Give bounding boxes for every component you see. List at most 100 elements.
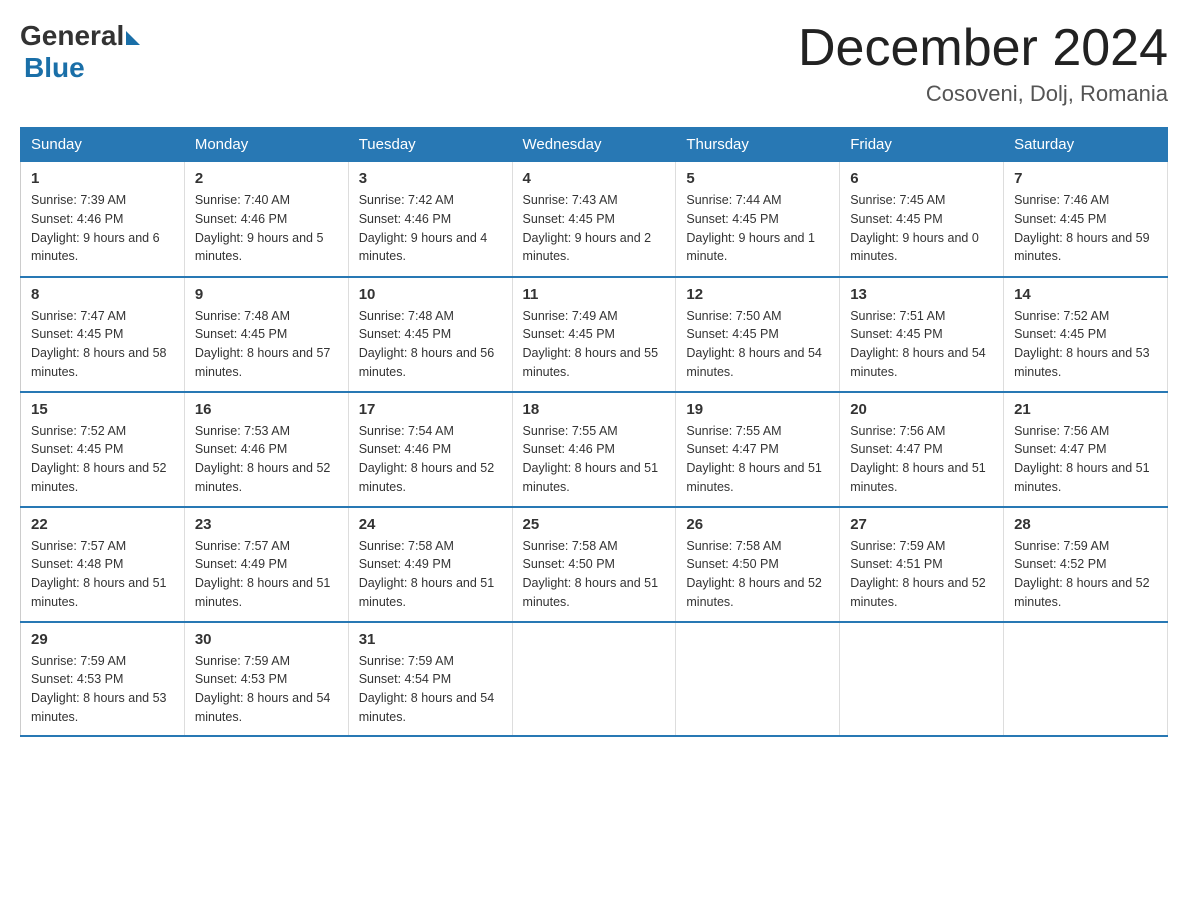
day-number: 10: [359, 286, 502, 303]
day-info: Sunrise: 7:49 AMSunset: 4:45 PMDaylight:…: [523, 307, 666, 382]
day-info: Sunrise: 7:57 AMSunset: 4:49 PMDaylight:…: [195, 537, 338, 612]
column-header-sunday: Sunday: [21, 128, 185, 162]
calendar-cell: 18 Sunrise: 7:55 AMSunset: 4:46 PMDaylig…: [512, 392, 676, 507]
day-info: Sunrise: 7:52 AMSunset: 4:45 PMDaylight:…: [31, 422, 174, 497]
day-number: 4: [523, 170, 666, 187]
day-number: 25: [523, 516, 666, 533]
calendar-cell: 9 Sunrise: 7:48 AMSunset: 4:45 PMDayligh…: [184, 277, 348, 392]
day-info: Sunrise: 7:54 AMSunset: 4:46 PMDaylight:…: [359, 422, 502, 497]
calendar-cell: 4 Sunrise: 7:43 AMSunset: 4:45 PMDayligh…: [512, 162, 676, 277]
logo: General Blue: [20, 20, 140, 84]
day-number: 13: [850, 286, 993, 303]
day-info: Sunrise: 7:58 AMSunset: 4:50 PMDaylight:…: [686, 537, 829, 612]
column-header-thursday: Thursday: [676, 128, 840, 162]
calendar-cell: 5 Sunrise: 7:44 AMSunset: 4:45 PMDayligh…: [676, 162, 840, 277]
day-info: Sunrise: 7:39 AMSunset: 4:46 PMDaylight:…: [31, 191, 174, 266]
day-info: Sunrise: 7:53 AMSunset: 4:46 PMDaylight:…: [195, 422, 338, 497]
day-info: Sunrise: 7:48 AMSunset: 4:45 PMDaylight:…: [359, 307, 502, 382]
day-number: 26: [686, 516, 829, 533]
day-number: 24: [359, 516, 502, 533]
calendar-cell: 1 Sunrise: 7:39 AMSunset: 4:46 PMDayligh…: [21, 162, 185, 277]
page-header: General Blue December 2024 Cosoveni, Dol…: [20, 20, 1168, 107]
week-row-2: 8 Sunrise: 7:47 AMSunset: 4:45 PMDayligh…: [21, 277, 1168, 392]
day-info: Sunrise: 7:59 AMSunset: 4:54 PMDaylight:…: [359, 652, 502, 727]
day-number: 21: [1014, 401, 1157, 418]
day-number: 9: [195, 286, 338, 303]
day-info: Sunrise: 7:40 AMSunset: 4:46 PMDaylight:…: [195, 191, 338, 266]
calendar-cell: 8 Sunrise: 7:47 AMSunset: 4:45 PMDayligh…: [21, 277, 185, 392]
calendar-cell: 17 Sunrise: 7:54 AMSunset: 4:46 PMDaylig…: [348, 392, 512, 507]
day-info: Sunrise: 7:44 AMSunset: 4:45 PMDaylight:…: [686, 191, 829, 266]
calendar-cell: [676, 622, 840, 736]
day-info: Sunrise: 7:50 AMSunset: 4:45 PMDaylight:…: [686, 307, 829, 382]
day-number: 7: [1014, 170, 1157, 187]
day-number: 30: [195, 631, 338, 648]
column-header-saturday: Saturday: [1004, 128, 1168, 162]
week-row-5: 29 Sunrise: 7:59 AMSunset: 4:53 PMDaylig…: [21, 622, 1168, 736]
day-number: 17: [359, 401, 502, 418]
calendar-cell: 13 Sunrise: 7:51 AMSunset: 4:45 PMDaylig…: [840, 277, 1004, 392]
day-info: Sunrise: 7:48 AMSunset: 4:45 PMDaylight:…: [195, 307, 338, 382]
day-info: Sunrise: 7:58 AMSunset: 4:50 PMDaylight:…: [523, 537, 666, 612]
header-row: SundayMondayTuesdayWednesdayThursdayFrid…: [21, 128, 1168, 162]
calendar-cell: 30 Sunrise: 7:59 AMSunset: 4:53 PMDaylig…: [184, 622, 348, 736]
day-number: 28: [1014, 516, 1157, 533]
calendar-cell: 27 Sunrise: 7:59 AMSunset: 4:51 PMDaylig…: [840, 507, 1004, 622]
calendar-cell: 22 Sunrise: 7:57 AMSunset: 4:48 PMDaylig…: [21, 507, 185, 622]
calendar-cell: 12 Sunrise: 7:50 AMSunset: 4:45 PMDaylig…: [676, 277, 840, 392]
day-info: Sunrise: 7:52 AMSunset: 4:45 PMDaylight:…: [1014, 307, 1157, 382]
day-number: 22: [31, 516, 174, 533]
day-number: 15: [31, 401, 174, 418]
column-header-tuesday: Tuesday: [348, 128, 512, 162]
day-info: Sunrise: 7:55 AMSunset: 4:46 PMDaylight:…: [523, 422, 666, 497]
day-number: 8: [31, 286, 174, 303]
column-header-wednesday: Wednesday: [512, 128, 676, 162]
calendar-cell: 15 Sunrise: 7:52 AMSunset: 4:45 PMDaylig…: [21, 392, 185, 507]
day-info: Sunrise: 7:57 AMSunset: 4:48 PMDaylight:…: [31, 537, 174, 612]
logo-blue-text: Blue: [24, 52, 85, 84]
day-number: 19: [686, 401, 829, 418]
month-title: December 2024: [798, 20, 1168, 77]
day-info: Sunrise: 7:51 AMSunset: 4:45 PMDaylight:…: [850, 307, 993, 382]
title-block: December 2024 Cosoveni, Dolj, Romania: [798, 20, 1168, 107]
day-info: Sunrise: 7:59 AMSunset: 4:52 PMDaylight:…: [1014, 537, 1157, 612]
day-info: Sunrise: 7:46 AMSunset: 4:45 PMDaylight:…: [1014, 191, 1157, 266]
location-title: Cosoveni, Dolj, Romania: [798, 81, 1168, 107]
calendar-cell: 2 Sunrise: 7:40 AMSunset: 4:46 PMDayligh…: [184, 162, 348, 277]
calendar-cell: 7 Sunrise: 7:46 AMSunset: 4:45 PMDayligh…: [1004, 162, 1168, 277]
week-row-4: 22 Sunrise: 7:57 AMSunset: 4:48 PMDaylig…: [21, 507, 1168, 622]
day-info: Sunrise: 7:42 AMSunset: 4:46 PMDaylight:…: [359, 191, 502, 266]
day-number: 1: [31, 170, 174, 187]
calendar-cell: 16 Sunrise: 7:53 AMSunset: 4:46 PMDaylig…: [184, 392, 348, 507]
day-info: Sunrise: 7:43 AMSunset: 4:45 PMDaylight:…: [523, 191, 666, 266]
logo-general-text: General: [20, 20, 124, 52]
calendar-cell: 28 Sunrise: 7:59 AMSunset: 4:52 PMDaylig…: [1004, 507, 1168, 622]
day-number: 5: [686, 170, 829, 187]
calendar-cell: 20 Sunrise: 7:56 AMSunset: 4:47 PMDaylig…: [840, 392, 1004, 507]
day-number: 27: [850, 516, 993, 533]
day-info: Sunrise: 7:59 AMSunset: 4:51 PMDaylight:…: [850, 537, 993, 612]
day-info: Sunrise: 7:56 AMSunset: 4:47 PMDaylight:…: [1014, 422, 1157, 497]
day-number: 12: [686, 286, 829, 303]
column-header-friday: Friday: [840, 128, 1004, 162]
day-number: 31: [359, 631, 502, 648]
calendar-cell: [512, 622, 676, 736]
day-info: Sunrise: 7:47 AMSunset: 4:45 PMDaylight:…: [31, 307, 174, 382]
logo-arrow-icon: [126, 31, 140, 45]
calendar-table: SundayMondayTuesdayWednesdayThursdayFrid…: [20, 127, 1168, 737]
calendar-cell: [1004, 622, 1168, 736]
day-number: 16: [195, 401, 338, 418]
calendar-cell: 25 Sunrise: 7:58 AMSunset: 4:50 PMDaylig…: [512, 507, 676, 622]
day-number: 20: [850, 401, 993, 418]
calendar-cell: 23 Sunrise: 7:57 AMSunset: 4:49 PMDaylig…: [184, 507, 348, 622]
column-header-monday: Monday: [184, 128, 348, 162]
day-number: 3: [359, 170, 502, 187]
day-info: Sunrise: 7:55 AMSunset: 4:47 PMDaylight:…: [686, 422, 829, 497]
calendar-cell: 10 Sunrise: 7:48 AMSunset: 4:45 PMDaylig…: [348, 277, 512, 392]
day-number: 11: [523, 286, 666, 303]
day-info: Sunrise: 7:45 AMSunset: 4:45 PMDaylight:…: [850, 191, 993, 266]
calendar-cell: 11 Sunrise: 7:49 AMSunset: 4:45 PMDaylig…: [512, 277, 676, 392]
week-row-3: 15 Sunrise: 7:52 AMSunset: 4:45 PMDaylig…: [21, 392, 1168, 507]
day-info: Sunrise: 7:56 AMSunset: 4:47 PMDaylight:…: [850, 422, 993, 497]
calendar-cell: 3 Sunrise: 7:42 AMSunset: 4:46 PMDayligh…: [348, 162, 512, 277]
